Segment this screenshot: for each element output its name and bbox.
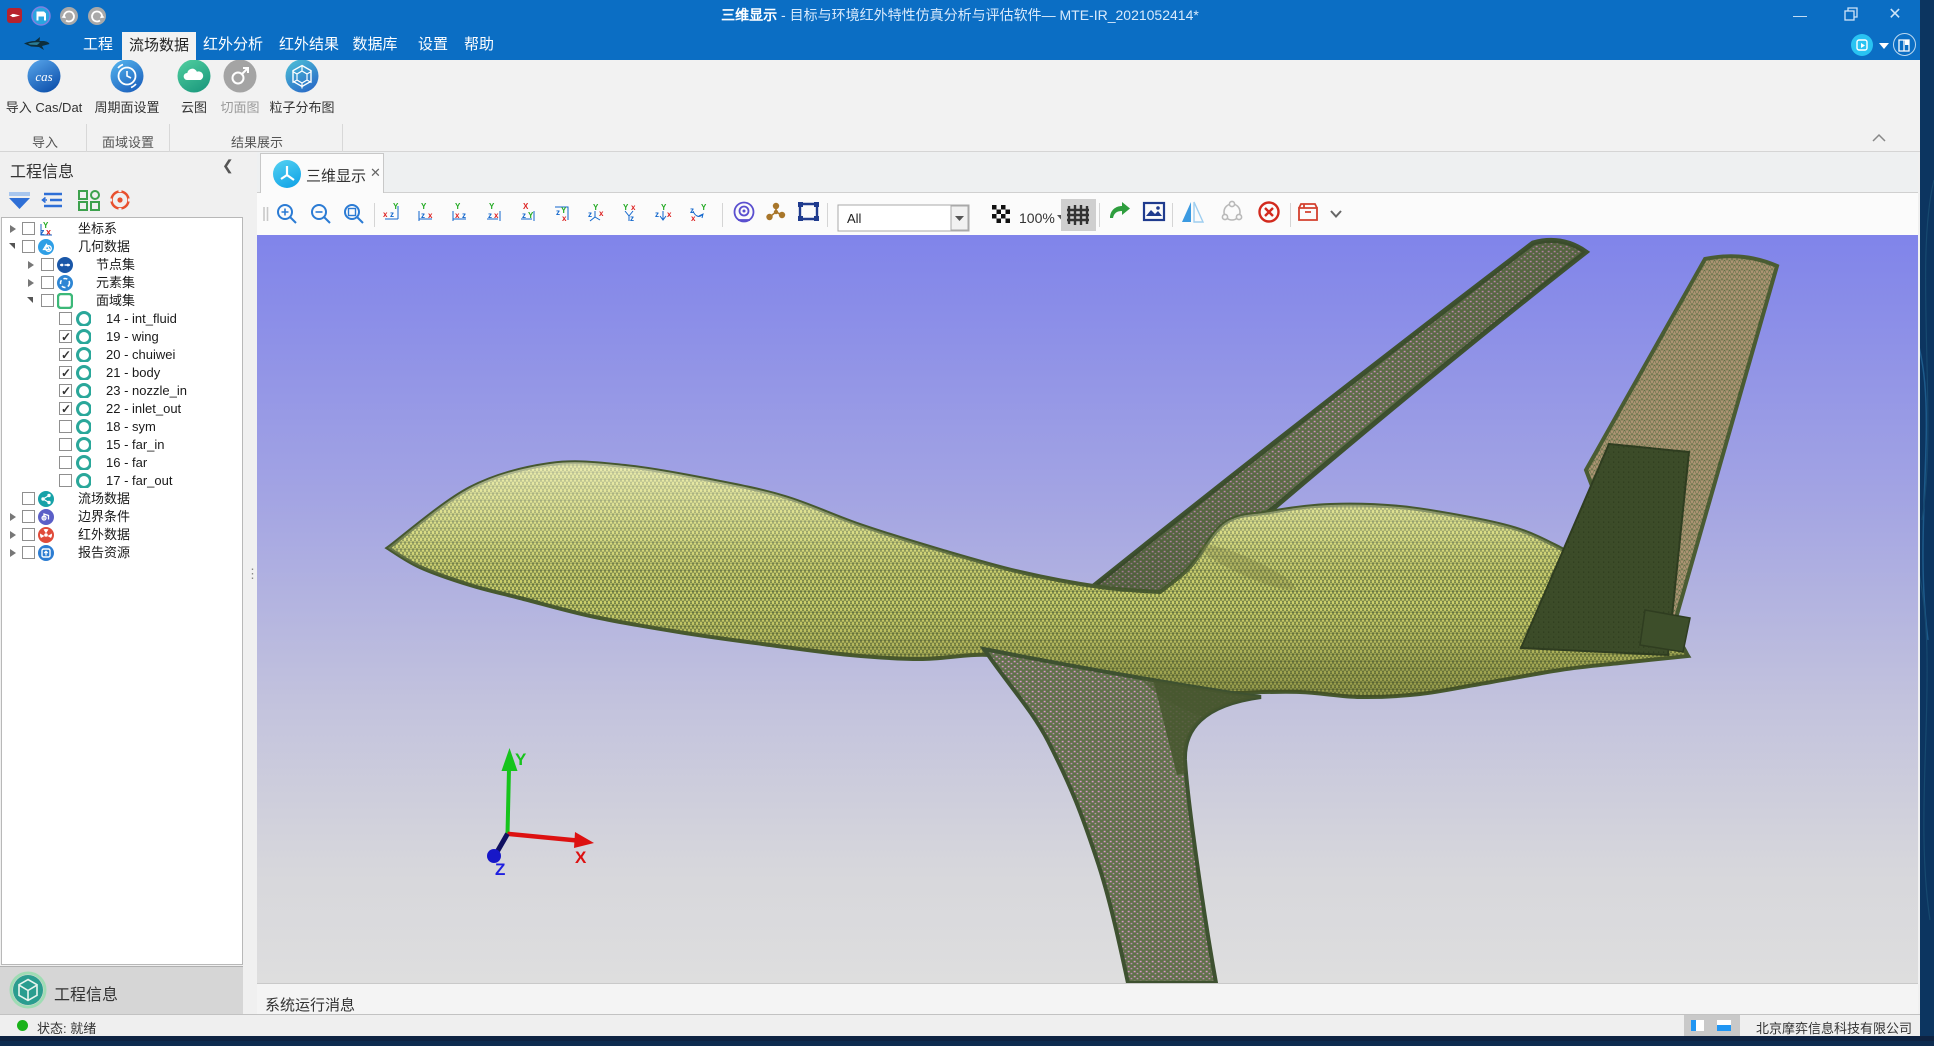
svg-text:x: x: [455, 211, 460, 220]
svg-text:X: X: [575, 848, 587, 867]
svg-text:z: z: [630, 214, 634, 223]
svg-text:Y: Y: [623, 203, 629, 212]
svg-text:Y: Y: [455, 202, 461, 211]
svg-text:z: z: [421, 211, 425, 220]
svg-text:Y: Y: [393, 202, 399, 211]
svg-text:x: x: [599, 209, 604, 218]
svg-text:100%: 100%: [1019, 210, 1055, 226]
svg-text:z: z: [462, 211, 466, 220]
svg-text:Y: Y: [528, 211, 534, 220]
svg-text:x: x: [428, 211, 433, 220]
svg-text:X: X: [523, 202, 529, 211]
svg-text:Y: Y: [489, 202, 495, 211]
svg-text:x: x: [383, 210, 388, 219]
svg-text:x: x: [562, 214, 567, 223]
svg-text:z: z: [655, 210, 659, 219]
svg-text:x: x: [667, 210, 672, 219]
svg-text:z: z: [588, 210, 592, 219]
svg-text:z: z: [390, 210, 394, 219]
svg-text:x: x: [494, 211, 499, 220]
svg-text:z: z: [522, 211, 526, 220]
svg-text:Y: Y: [515, 750, 527, 769]
svg-text:Y: Y: [701, 203, 707, 212]
svg-text:x: x: [631, 203, 636, 212]
svg-text:x: x: [691, 214, 696, 223]
svg-text:All: All: [847, 211, 862, 226]
svg-text:z: z: [556, 208, 560, 217]
svg-text:z: z: [488, 211, 492, 220]
svg-text:Z: Z: [495, 860, 505, 879]
svg-text:cas: cas: [35, 69, 52, 84]
svg-text:Y: Y: [421, 202, 427, 211]
svg-text:Y: Y: [43, 221, 49, 230]
